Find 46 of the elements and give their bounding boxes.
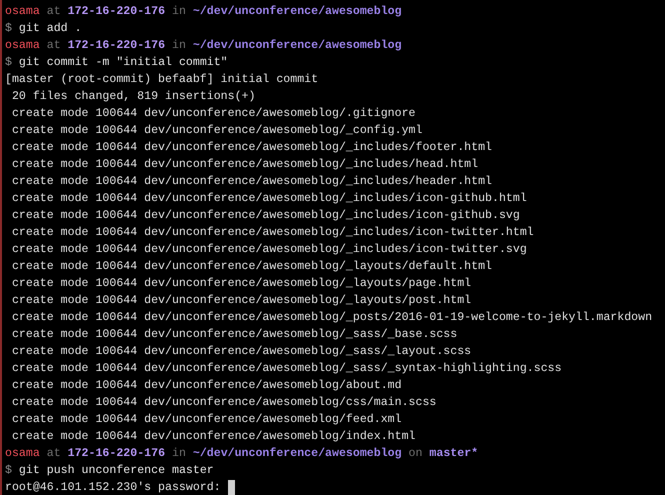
output-line: create mode 100644 dev/unconference/awesomeblog/_sass/_base.scss (12, 327, 458, 343)
output-line: create mode 100644 dev/unconference/awesomeblog/_config.yml (12, 123, 422, 139)
output-line: [master (root-commit) befaabf] initial commit (5, 72, 318, 88)
output-line: 20 files changed, 819 insertions(+) (12, 89, 256, 105)
prompt-sign: $ (5, 463, 12, 479)
directory-path: ~/dev/unconference/awesomeblog (192, 4, 402, 20)
output-line: create mode 100644 dev/unconference/awesomeblog/_includes/footer.html (12, 140, 492, 156)
command-text: git push unconference master (18, 463, 214, 479)
prompt-word: in (172, 4, 186, 20)
prompt-word: at (46, 38, 61, 54)
output-line: create mode 100644 dev/unconference/awesomeblog/_includes/icon-twitter.svg (12, 242, 527, 258)
prompt-word: at (46, 446, 61, 462)
output-line: create mode 100644 dev/unconference/awesomeblog/_posts/2016-01-19-welcome-to-jekyll.markdown (12, 310, 652, 326)
output-line: create mode 100644 dev/unconference/awesomeblog/_includes/icon-github.html (12, 191, 527, 207)
output-line: create mode 100644 dev/unconference/awesomeblog/_layouts/default.html (12, 259, 492, 275)
prompt-word: in (172, 446, 186, 462)
output-line: create mode 100644 dev/unconference/awesomeblog/.gitignore (12, 106, 416, 122)
output-line: create mode 100644 dev/unconference/awesomeblog/_includes/icon-github.svg (12, 208, 520, 224)
output-line: create mode 100644 dev/unconference/awesomeblog/index.html (12, 429, 416, 445)
output-line: create mode 100644 dev/unconference/awesomeblog/_layouts/post.html (12, 293, 472, 309)
output-line: create mode 100644 dev/unconference/awesomeblog/_includes/icon-twitter.html (12, 225, 534, 241)
directory-path: ~/dev/unconference/awesomeblog (192, 38, 402, 54)
command-text: git add . (18, 21, 82, 37)
prompt-word: at (46, 4, 61, 20)
user-name: osama (5, 446, 40, 462)
branch-name: master* (429, 446, 478, 462)
output-line: create mode 100644 dev/unconference/awesomeblog/_includes/header.html (12, 174, 492, 190)
output-line: create mode 100644 dev/unconference/awesomeblog/_sass/_layout.scss (12, 344, 472, 360)
prompt-word: in (172, 38, 186, 54)
output-line: create mode 100644 dev/unconference/awesomeblog/_includes/head.html (12, 157, 478, 173)
command-text: git commit -m "initial commit" (18, 55, 228, 71)
prompt-sign: $ (5, 55, 12, 71)
host-name: 172-16-220-176 (68, 4, 166, 20)
output-line: create mode 100644 dev/unconference/awesomeblog/feed.xml (12, 412, 402, 428)
prompt-sign: $ (5, 21, 12, 37)
output-line: create mode 100644 dev/unconference/awesomeblog/_layouts/page.html (12, 276, 472, 292)
user-name: osama (5, 38, 40, 54)
prompt-word: on (408, 446, 422, 462)
host-name: 172-16-220-176 (68, 446, 166, 462)
directory-path: ~/dev/unconference/awesomeblog (192, 446, 402, 462)
user-name: osama (5, 4, 40, 20)
output-line: create mode 100644 dev/unconference/awesomeblog/_sass/_syntax-highlighting.scss (12, 361, 562, 377)
host-name: 172-16-220-176 (68, 38, 166, 54)
output-line: create mode 100644 dev/unconference/awesomeblog/about.md (12, 378, 402, 394)
output-line: root@46.101.152.230's password: (5, 480, 221, 495)
output-line: create mode 100644 dev/unconference/awesomeblog/css/main.scss (12, 395, 436, 411)
